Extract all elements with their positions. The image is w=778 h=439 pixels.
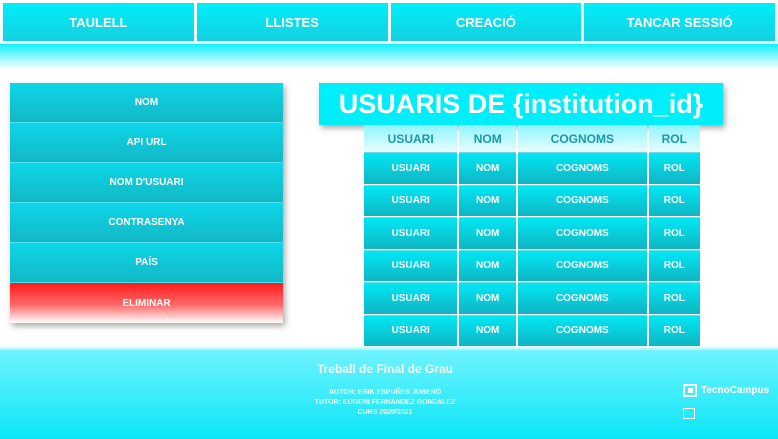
- cell-nom: NOM: [459, 314, 517, 347]
- footer-title: Treball de Final de Grau: [316, 362, 454, 376]
- nav-tancar-sessio[interactable]: TANCAR SESSIÓ: [584, 3, 775, 41]
- cell-cognoms: COGNOMS: [518, 217, 647, 250]
- cell-cognoms: COGNOMS: [518, 249, 647, 282]
- cell-rol: ROL: [648, 282, 700, 315]
- cell-cognoms: COGNOMS: [518, 184, 647, 217]
- cell-rol: ROL: [648, 184, 700, 217]
- nav-llistes[interactable]: LLISTES: [196, 3, 388, 41]
- page-title: USUARIS DE {institution_id}: [319, 83, 723, 125]
- cell-rol: ROL: [648, 152, 700, 185]
- footer: Treball de Final de Grau AUTOR: ERIK ESP…: [0, 346, 778, 439]
- cell-usuari: USUARI: [364, 184, 458, 217]
- sidebar-item-pais[interactable]: PAÍS: [10, 243, 283, 283]
- cell-usuari: USUARI: [364, 314, 458, 347]
- cell-rol: ROL: [648, 314, 700, 347]
- cell-cognoms: COGNOMS: [518, 282, 647, 315]
- table-row[interactable]: USUARI NOM COGNOMS ROL: [364, 184, 700, 217]
- cell-nom: NOM: [459, 282, 517, 315]
- cell-rol: ROL: [648, 249, 700, 282]
- sidebar-item-api-url[interactable]: API URL: [10, 123, 283, 163]
- column-header-rol[interactable]: ROL: [648, 125, 700, 152]
- table-row[interactable]: USUARI NOM COGNOMS ROL: [364, 152, 700, 185]
- author-line: AUTOR: ERIK ESPUÑES JUBERÓ: [328, 389, 442, 396]
- nav-taulell[interactable]: TAULELL: [3, 3, 194, 41]
- course-line: CURS 2020/2021: [357, 409, 413, 416]
- institution-sidebar: NOM API URL NOM D'USUARI CONTRASENYA PAÍ…: [10, 83, 283, 323]
- users-table: USUARI NOM COGNOMS ROL USUARI NOM COGNOM…: [362, 125, 702, 347]
- column-header-nom[interactable]: NOM: [459, 125, 517, 152]
- column-header-usuari[interactable]: USUARI: [364, 125, 458, 152]
- sidebar-item-nom[interactable]: NOM: [10, 83, 283, 123]
- cell-usuari: USUARI: [364, 217, 458, 250]
- tecnocampus-logo: TecnoCampus: [683, 384, 769, 397]
- nav-creacio[interactable]: CREACIÓ: [390, 3, 582, 41]
- cell-usuari: USUARI: [364, 282, 458, 315]
- university-logo-icon: [683, 408, 695, 419]
- top-navigation: TAULELL LLISTES CREACIÓ TANCAR SESSIÓ: [0, 0, 778, 44]
- cell-cognoms: COGNOMS: [518, 152, 647, 185]
- delete-button[interactable]: ELIMINAR: [10, 283, 283, 323]
- sidebar-item-nom-usuari[interactable]: NOM D'USUARI: [10, 163, 283, 203]
- cell-nom: NOM: [459, 249, 517, 282]
- cell-usuari: USUARI: [364, 152, 458, 185]
- cell-nom: NOM: [459, 152, 517, 185]
- table-header-row: USUARI NOM COGNOMS ROL: [364, 125, 700, 152]
- sidebar-item-contrasenya[interactable]: CONTRASENYA: [10, 203, 283, 243]
- table-row[interactable]: USUARI NOM COGNOMS ROL: [364, 217, 700, 250]
- table-row[interactable]: USUARI NOM COGNOMS ROL: [364, 314, 700, 347]
- tutor-line: TUTOR: EUGENI FERNANDEZ GONZALEZ: [314, 399, 456, 406]
- cell-rol: ROL: [648, 217, 700, 250]
- table-row[interactable]: USUARI NOM COGNOMS ROL: [364, 282, 700, 315]
- column-header-cognoms[interactable]: COGNOMS: [518, 125, 647, 152]
- table-row[interactable]: USUARI NOM COGNOMS ROL: [364, 249, 700, 282]
- footer-credits: AUTOR: ERIK ESPUÑES JUBERÓ TUTOR: EUGENI…: [0, 388, 770, 418]
- header-band: [0, 44, 778, 70]
- cell-cognoms: COGNOMS: [518, 314, 647, 347]
- cell-nom: NOM: [459, 217, 517, 250]
- logo-text: TecnoCampus: [701, 385, 770, 396]
- university-logo: [683, 408, 695, 419]
- cell-usuari: USUARI: [364, 249, 458, 282]
- tecnocampus-logo-icon: [683, 384, 697, 397]
- cell-nom: NOM: [459, 184, 517, 217]
